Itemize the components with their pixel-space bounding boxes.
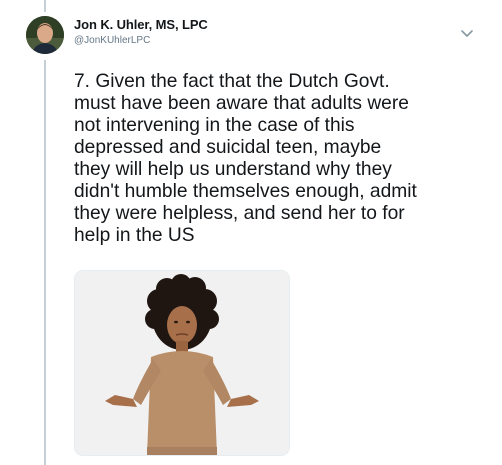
avatar[interactable] (26, 16, 64, 54)
thread-line-top (44, 0, 46, 12)
tweet[interactable]: Jon K. Uhler, MS, LPC @JonKUhlerLPC 7. G… (0, 0, 502, 465)
tweet-photo[interactable] (74, 270, 290, 456)
author-handle[interactable]: @JonKUhlerLPC (74, 34, 434, 47)
thread-line-bottom (44, 60, 46, 465)
chevron-down-icon[interactable] (460, 26, 474, 37)
author-display-name[interactable]: Jon K. Uhler, MS, LPC (74, 17, 434, 33)
tweet-header: Jon K. Uhler, MS, LPC @JonKUhlerLPC (74, 17, 434, 47)
tweet-text: 7. Given the fact that the Dutch Govt. m… (74, 71, 417, 246)
